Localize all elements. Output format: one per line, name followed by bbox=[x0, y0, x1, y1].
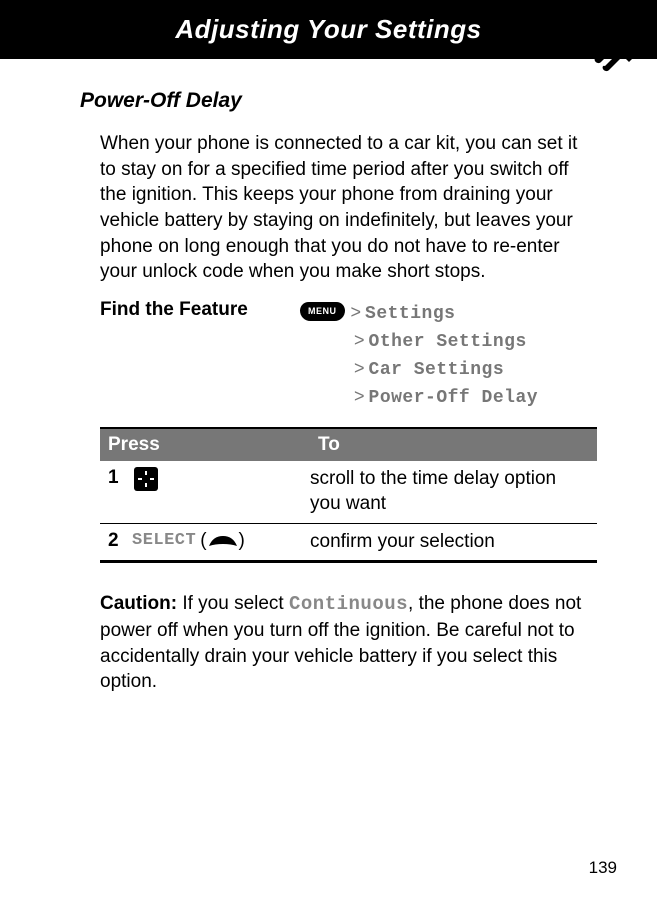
step-number: 1 bbox=[100, 467, 132, 489]
path-settings: Settings bbox=[365, 304, 455, 324]
settings-wrench-icon bbox=[587, 30, 637, 85]
step-to-cell: confirm your selection bbox=[310, 530, 597, 555]
path-power-off-delay: Power-Off Delay bbox=[369, 388, 539, 408]
header-to: To bbox=[310, 429, 597, 461]
caution-label: Caution: bbox=[100, 593, 177, 614]
path-car-settings: Car Settings bbox=[369, 360, 505, 380]
intro-paragraph: When your phone is connected to a car ki… bbox=[100, 131, 597, 285]
caution-text-before: If you select bbox=[177, 593, 289, 614]
path-separator: > bbox=[354, 358, 365, 378]
table-row: 2 SELECT () confirm your selection bbox=[100, 524, 597, 561]
content-area: Power-Off Delay When your phone is conne… bbox=[0, 59, 657, 695]
find-feature-block: Find the Feature MENU>Settings >Other Se… bbox=[100, 299, 597, 411]
step-number: 2 bbox=[100, 530, 132, 552]
caution-paragraph: Caution: If you select Continuous, the p… bbox=[100, 591, 597, 695]
table-header: Press To bbox=[100, 429, 597, 461]
section-title: Power-Off Delay bbox=[80, 89, 597, 113]
nav-path: MENU>Settings >Other Settings >Car Setti… bbox=[300, 299, 538, 411]
step-press-cell bbox=[132, 467, 310, 491]
softkey-group: () bbox=[200, 530, 245, 552]
step-press-cell: SELECT () bbox=[132, 530, 310, 552]
table-row: 1 scroll to the time delay option you wa… bbox=[100, 461, 597, 523]
path-separator: > bbox=[354, 330, 365, 350]
page-number: 139 bbox=[589, 858, 617, 878]
path-separator: > bbox=[351, 302, 362, 322]
header-press: Press bbox=[100, 429, 310, 461]
dpad-icon bbox=[134, 467, 158, 491]
path-separator: > bbox=[354, 386, 365, 406]
menu-key-icon: MENU bbox=[300, 302, 345, 321]
continuous-code: Continuous bbox=[289, 593, 408, 615]
step-to-cell: scroll to the time delay option you want bbox=[310, 467, 597, 516]
page-header: Adjusting Your Settings bbox=[0, 0, 657, 59]
header-title: Adjusting Your Settings bbox=[175, 14, 481, 44]
steps-table: Press To 1 scroll to the time delay opti… bbox=[100, 427, 597, 563]
softkey-icon bbox=[207, 534, 239, 548]
select-label: SELECT bbox=[132, 531, 196, 550]
path-other-settings: Other Settings bbox=[369, 332, 527, 352]
find-feature-label: Find the Feature bbox=[100, 299, 300, 411]
